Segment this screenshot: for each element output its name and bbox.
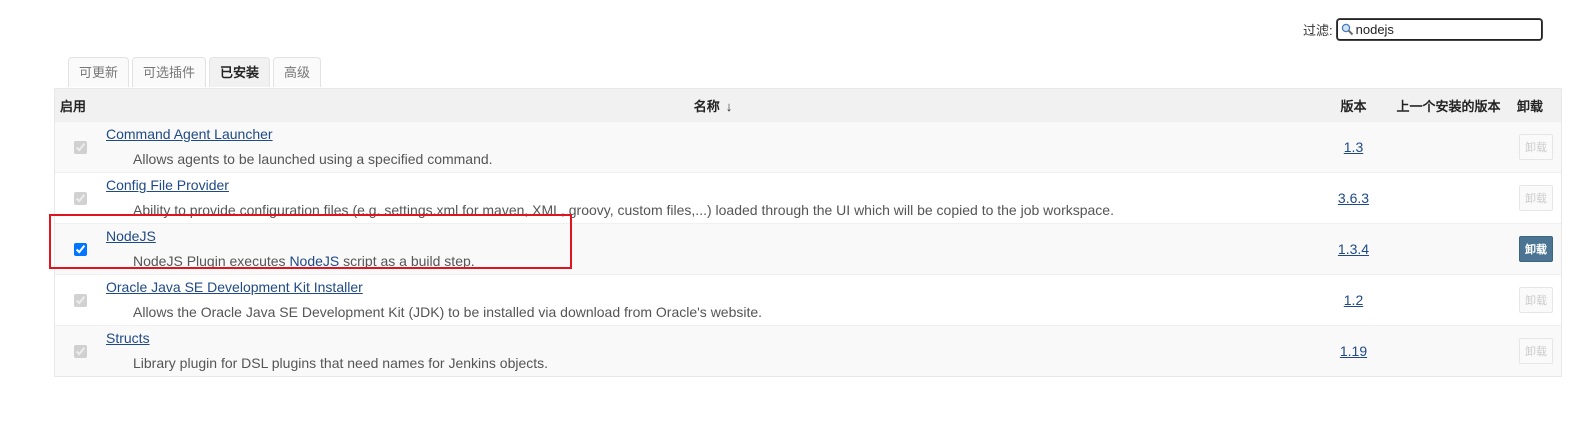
version-link[interactable]: 1.2: [1344, 292, 1363, 308]
sort-arrow-icon: ↓: [725, 98, 733, 114]
filter-input-box[interactable]: [1336, 18, 1542, 40]
description-text: NodeJS Plugin executes: [133, 253, 290, 269]
plugin-name-link[interactable]: Structs: [106, 330, 150, 346]
enable-checkbox[interactable]: [73, 344, 87, 358]
plugin-name-link[interactable]: Oracle Java SE Development Kit Installer: [106, 279, 363, 295]
description-text: script as a build step.: [339, 253, 475, 269]
plugin-description: Library plugin for DSL plugins that need…: [133, 355, 549, 371]
search-icon: [1341, 23, 1354, 36]
uninstall-button: 卸载: [1519, 134, 1553, 160]
plugin-description: NodeJS Plugin executes NodeJS script as …: [133, 253, 475, 269]
filter-label: 过滤:: [1303, 22, 1333, 38]
table-row: Structs Library plugin for DSL plugins t…: [55, 325, 1561, 376]
name-cell: Config File Provider Ability to provide …: [105, 173, 1321, 223]
enable-checkbox[interactable]: [73, 293, 87, 307]
tab-installed[interactable]: 已安装: [209, 57, 271, 87]
uninstall-cell: 卸载: [1511, 173, 1561, 223]
table-row: Oracle Java SE Development Kit Installer…: [55, 274, 1561, 325]
version-cell: 1.19: [1321, 326, 1386, 376]
tab-updates[interactable]: 可更新: [68, 57, 130, 87]
version-cell: 1.3.4: [1321, 224, 1386, 274]
uninstall-cell: 卸载: [1511, 122, 1561, 172]
uninstall-button[interactable]: 卸载: [1519, 236, 1553, 262]
name-cell: Command Agent Launcher Allows agents to …: [105, 122, 1321, 172]
filter-input[interactable]: [1353, 20, 1536, 38]
version-link[interactable]: 1.3: [1344, 139, 1363, 155]
uninstall-cell: 卸载: [1511, 224, 1561, 274]
name-cell: Oracle Java SE Development Kit Installer…: [105, 275, 1321, 325]
plugin-description: Ability to provide configuration files (…: [133, 202, 1114, 218]
previous-version-cell: [1386, 224, 1511, 274]
header-uninstall[interactable]: 卸载: [1511, 96, 1561, 115]
plugin-name-link[interactable]: NodeJS: [106, 228, 156, 244]
version-cell: 1.2: [1321, 275, 1386, 325]
installed-plugins-table: 启用 名称 ↓ 版本 上一个安装的版本 卸载 Command Agent Laun…: [54, 88, 1562, 377]
name-cell: NodeJS NodeJS Plugin executes NodeJS scr…: [105, 224, 1321, 274]
version-link[interactable]: 1.3.4: [1338, 241, 1369, 257]
description-link[interactable]: NodeJS: [289, 253, 339, 269]
table-row: NodeJS NodeJS Plugin executes NodeJS scr…: [55, 223, 1561, 274]
header-enable[interactable]: 启用: [55, 96, 105, 115]
previous-version-cell: [1386, 122, 1511, 172]
version-cell: 1.3: [1321, 122, 1386, 172]
table-row: Config File Provider Ability to provide …: [55, 172, 1561, 223]
uninstall-button: 卸载: [1519, 185, 1553, 211]
name-cell: Structs Library plugin for DSL plugins t…: [105, 326, 1321, 376]
enable-cell: [55, 224, 105, 274]
plugin-tabs: 可更新 可选插件 已安装 高级: [68, 57, 324, 87]
enable-checkbox[interactable]: [73, 140, 87, 154]
plugin-name-link[interactable]: Command Agent Launcher: [106, 126, 273, 142]
enable-cell: [55, 326, 105, 376]
table-row: Command Agent Launcher Allows agents to …: [55, 121, 1561, 172]
enable-checkbox[interactable]: [73, 191, 87, 205]
version-link[interactable]: 1.19: [1340, 343, 1367, 359]
plugin-description: Allows the Oracle Java SE Development Ki…: [133, 304, 763, 320]
uninstall-button: 卸载: [1519, 338, 1553, 364]
enable-cell: [55, 173, 105, 223]
enable-checkbox[interactable]: [73, 242, 87, 256]
enable-cell: [55, 122, 105, 172]
tab-available[interactable]: 可选插件: [132, 57, 207, 87]
enable-cell: [55, 275, 105, 325]
uninstall-cell: 卸载: [1511, 275, 1561, 325]
header-previous-version[interactable]: 上一个安装的版本: [1386, 96, 1511, 115]
plugin-description: Allows agents to be launched using a spe…: [133, 151, 493, 167]
header-name-label: 名称: [693, 98, 720, 114]
header-name[interactable]: 名称 ↓: [105, 96, 1321, 115]
version-link[interactable]: 3.6.3: [1338, 190, 1369, 206]
header-version[interactable]: 版本: [1321, 96, 1386, 115]
plugin-name-link[interactable]: Config File Provider: [106, 177, 229, 193]
filter-area: 过滤:: [1303, 17, 1542, 41]
table-header: 启用 名称 ↓ 版本 上一个安装的版本 卸载: [55, 89, 1561, 121]
table-body: Command Agent Launcher Allows agents to …: [55, 121, 1561, 376]
uninstall-button: 卸载: [1519, 287, 1553, 313]
uninstall-cell: 卸载: [1511, 326, 1561, 376]
previous-version-cell: [1386, 275, 1511, 325]
previous-version-cell: [1386, 173, 1511, 223]
previous-version-cell: [1386, 326, 1511, 376]
tab-advanced[interactable]: 高级: [273, 57, 322, 87]
version-cell: 3.6.3: [1321, 173, 1386, 223]
